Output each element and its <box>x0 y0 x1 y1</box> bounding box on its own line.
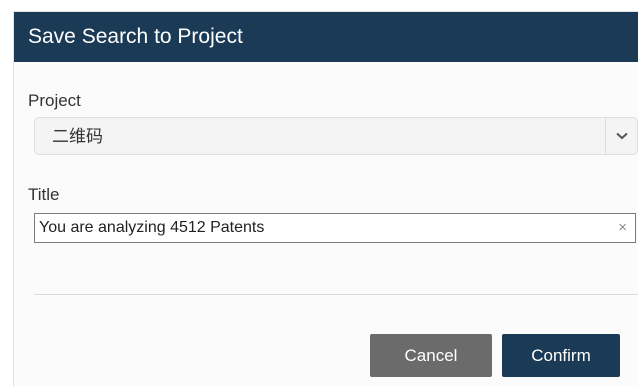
divider <box>34 294 638 295</box>
project-label: Project <box>28 91 81 110</box>
project-select-value: 二维码 <box>52 127 103 146</box>
confirm-button[interactable]: Confirm <box>502 334 620 377</box>
clear-icon[interactable]: × <box>618 219 627 237</box>
title-input[interactable] <box>35 214 609 242</box>
cancel-button[interactable]: Cancel <box>370 334 492 377</box>
chevron-down-icon <box>616 132 628 140</box>
project-select-toggle[interactable] <box>605 118 637 154</box>
dialog-header: Save Search to Project <box>14 12 638 62</box>
dialog-title: Save Search to Project <box>28 25 243 48</box>
title-field[interactable]: × <box>34 213 636 243</box>
save-search-dialog: Save Search to Project Project 二维码 Title… <box>14 12 638 387</box>
project-select[interactable]: 二维码 <box>34 117 638 155</box>
title-label: Title <box>28 185 60 204</box>
